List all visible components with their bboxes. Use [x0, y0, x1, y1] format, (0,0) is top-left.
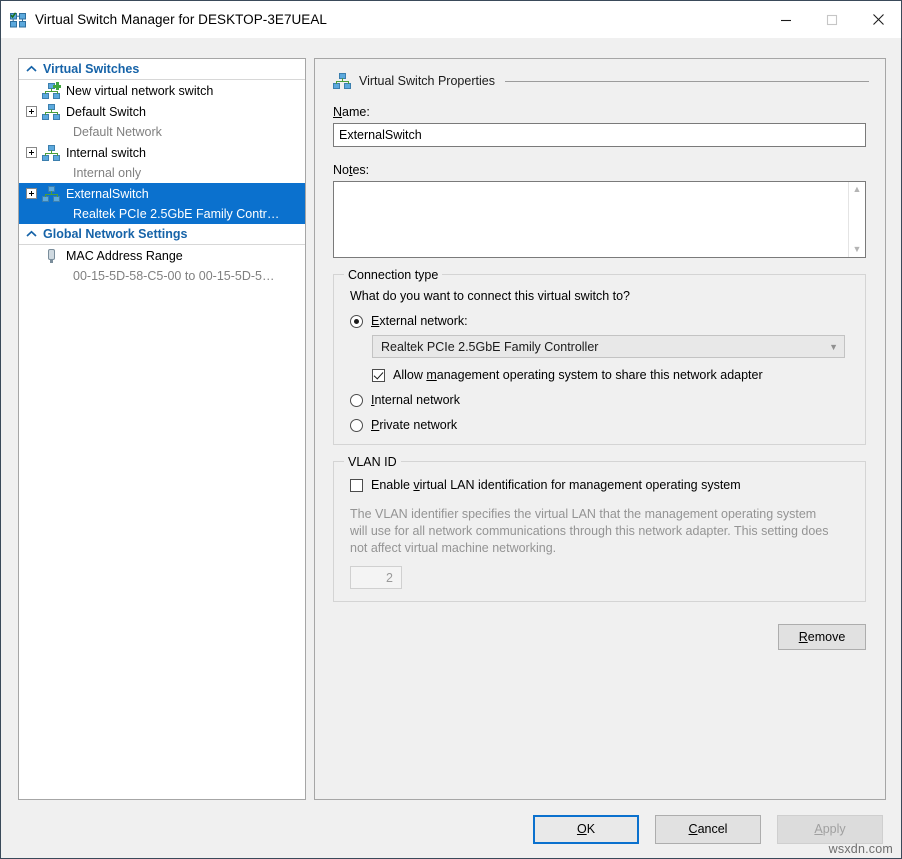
- virtual-switch-tree[interactable]: Virtual Switches New virtual network swi…: [18, 58, 306, 800]
- window-controls: [763, 1, 901, 38]
- tree-item-sublabel: Internal only: [19, 163, 305, 183]
- expand-icon[interactable]: [26, 188, 37, 199]
- tree-item-sublabel: Realtek PCIe 2.5GbE Family Contr…: [19, 204, 305, 224]
- minimize-button[interactable]: [763, 1, 809, 38]
- tree-item-sublabel: Default Network: [19, 122, 305, 142]
- tree-item-label: ExternalSwitch: [66, 187, 149, 201]
- section-divider: [505, 81, 869, 82]
- private-network-radio-row[interactable]: Private network: [350, 418, 865, 432]
- expand-icon[interactable]: [26, 106, 37, 117]
- mac-address-icon: [42, 248, 60, 264]
- name-input[interactable]: ExternalSwitch: [333, 123, 866, 147]
- vlan-description: The VLAN identifier specifies the virtua…: [350, 506, 831, 557]
- enable-vlan-label: Enable virtual LAN identification for ma…: [371, 478, 741, 492]
- name-label: Name:: [333, 105, 885, 119]
- allow-management-label: Allow management operating system to sha…: [393, 368, 763, 382]
- chevron-down-icon: ▼: [829, 342, 838, 352]
- connection-type-title: Connection type: [344, 268, 442, 282]
- network-adapter-value: Realtek PCIe 2.5GbE Family Controller: [381, 340, 598, 354]
- notes-scrollbar[interactable]: ▲ ▼: [848, 182, 865, 257]
- connection-type-question: What do you want to connect this virtual…: [350, 289, 865, 303]
- tree-item-mac-address-range[interactable]: MAC Address Range: [19, 245, 305, 266]
- allow-management-row[interactable]: Allow management operating system to sha…: [372, 368, 865, 382]
- virtual-switch-manager-icon: [10, 12, 26, 28]
- chevron-up-icon: [25, 228, 38, 241]
- window-title: Virtual Switch Manager for DESKTOP-3E7UE…: [35, 12, 327, 27]
- tree-group-global-network-settings[interactable]: Global Network Settings: [19, 224, 305, 245]
- enable-vlan-checkbox[interactable]: [350, 479, 363, 492]
- private-network-radio[interactable]: [350, 419, 363, 432]
- notes-input[interactable]: [334, 182, 848, 257]
- notes-field[interactable]: ▲ ▼: [333, 181, 866, 258]
- watermark: wsxdn.com: [829, 842, 893, 856]
- chevron-up-icon: [25, 63, 38, 76]
- cancel-button[interactable]: Cancel: [655, 815, 761, 844]
- tree-group-virtual-switches[interactable]: Virtual Switches: [19, 59, 305, 80]
- tree-item-label: Default Switch: [66, 105, 146, 119]
- dialog-body: Virtual Switches New virtual network swi…: [1, 38, 901, 858]
- notes-label: Notes:: [333, 163, 885, 177]
- internal-network-label: Internal network: [371, 393, 460, 407]
- tree-item-new-virtual-network-switch[interactable]: New virtual network switch: [19, 80, 305, 101]
- tree-item-default-switch[interactable]: Default Switch: [19, 101, 305, 122]
- ok-button[interactable]: OK: [533, 815, 639, 844]
- tree-group-label: Virtual Switches: [43, 62, 139, 76]
- virtual-switch-icon: [42, 145, 60, 161]
- scroll-up-icon[interactable]: ▲: [853, 185, 862, 194]
- connection-type-group: Connection type What do you want to conn…: [333, 274, 866, 445]
- external-network-label: External network:: [371, 314, 468, 328]
- external-network-radio-row[interactable]: External network:: [350, 314, 865, 328]
- tree-item-label: Internal switch: [66, 146, 146, 160]
- dialog-footer: OK Cancel Apply: [1, 800, 901, 858]
- network-adapter-select[interactable]: Realtek PCIe 2.5GbE Family Controller ▼: [372, 335, 845, 358]
- vlan-id-stepper[interactable]: 2: [350, 566, 402, 589]
- vlan-id-title: VLAN ID: [344, 455, 401, 469]
- vlan-id-group: VLAN ID Enable virtual LAN identificatio…: [333, 461, 866, 602]
- virtual-switch-icon: [333, 73, 351, 89]
- virtual-switch-icon: [42, 186, 60, 202]
- virtual-switch-manager-window: Virtual Switch Manager for DESKTOP-3E7UE…: [0, 0, 902, 859]
- scroll-down-icon[interactable]: ▼: [853, 245, 862, 254]
- apply-button[interactable]: Apply: [777, 815, 883, 844]
- close-button[interactable]: [855, 1, 901, 38]
- virtual-switch-icon: [42, 104, 60, 120]
- tree-item-label: New virtual network switch: [66, 84, 213, 98]
- expand-icon[interactable]: [26, 147, 37, 158]
- internal-network-radio-row[interactable]: Internal network: [350, 393, 865, 407]
- virtual-switch-properties-panel: Virtual Switch Properties Name: External…: [314, 58, 886, 800]
- tree-item-sublabel: 00-15-5D-58-C5-00 to 00-15-5D-5…: [19, 266, 305, 286]
- properties-section-header: Virtual Switch Properties: [333, 73, 869, 89]
- private-network-label: Private network: [371, 418, 457, 432]
- tree-group-label: Global Network Settings: [43, 227, 187, 241]
- tree-item-label: MAC Address Range: [66, 249, 183, 263]
- title-bar: Virtual Switch Manager for DESKTOP-3E7UE…: [1, 1, 901, 38]
- maximize-button[interactable]: [809, 1, 855, 38]
- tree-item-externalswitch[interactable]: ExternalSwitch: [19, 183, 305, 204]
- allow-management-checkbox[interactable]: [372, 369, 385, 382]
- remove-button-wrap: Remove: [315, 624, 866, 650]
- internal-network-radio[interactable]: [350, 394, 363, 407]
- remove-button[interactable]: Remove: [778, 624, 866, 650]
- new-virtual-switch-icon: [42, 83, 60, 99]
- external-network-radio[interactable]: [350, 315, 363, 328]
- section-title: Virtual Switch Properties: [359, 74, 495, 88]
- enable-vlan-row[interactable]: Enable virtual LAN identification for ma…: [350, 478, 865, 492]
- tree-item-internal-switch[interactable]: Internal switch: [19, 142, 305, 163]
